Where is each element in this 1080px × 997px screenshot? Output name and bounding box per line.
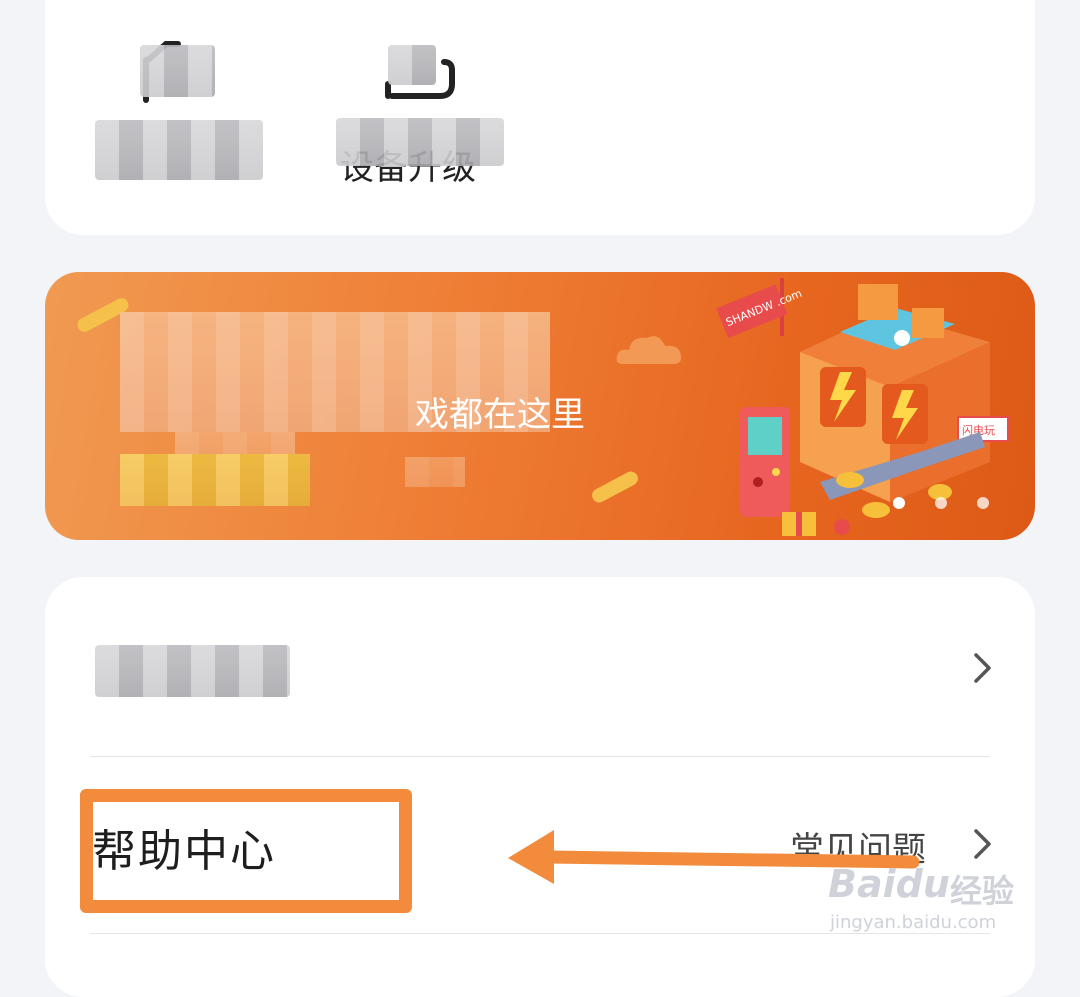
watermark-url: jingyan.baidu.com [830, 912, 997, 933]
carousel-dot-1[interactable] [893, 497, 905, 509]
cloud-decoration-icon [616, 336, 681, 364]
watermark-brand: Baidu [828, 862, 950, 906]
menu-divider-2 [90, 933, 990, 934]
menu-card [45, 577, 1035, 997]
chevron-right-icon [974, 653, 991, 683]
banner-text: 戏都在这里 [415, 395, 585, 435]
chevron-right-icon [974, 829, 991, 859]
carousel-dot-3[interactable] [977, 497, 989, 509]
highlight-box-annotation [80, 789, 412, 913]
shortcut-card [45, 0, 1035, 235]
menu-divider [90, 756, 990, 757]
watermark-cn: 经验 [950, 872, 1015, 910]
carousel-dot-2[interactable] [935, 497, 947, 509]
